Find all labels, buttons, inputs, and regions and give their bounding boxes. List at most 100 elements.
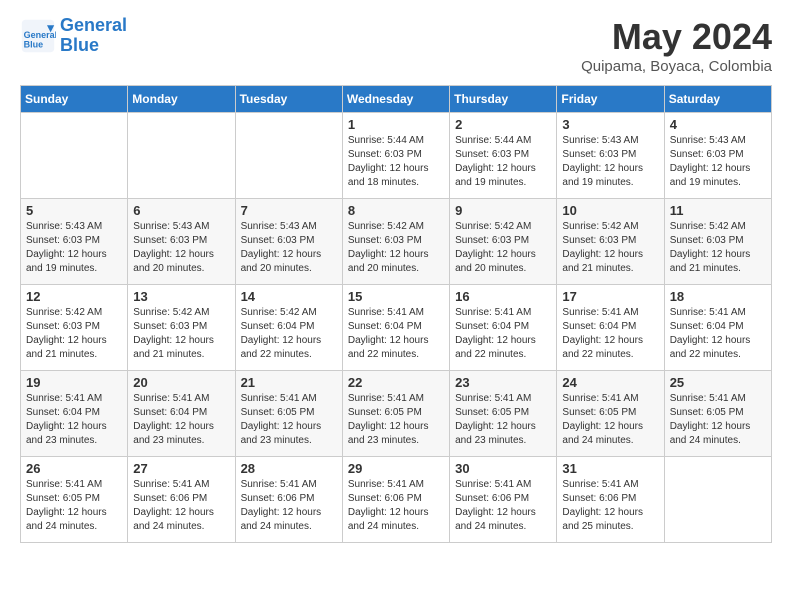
- header-day: Wednesday: [342, 86, 449, 113]
- day-number: 4: [670, 117, 766, 132]
- header-day: Friday: [557, 86, 664, 113]
- header-day: Tuesday: [235, 86, 342, 113]
- header-day: Saturday: [664, 86, 771, 113]
- day-number: 21: [241, 375, 337, 390]
- day-number: 5: [26, 203, 122, 218]
- day-number: 1: [348, 117, 444, 132]
- header-day: Monday: [128, 86, 235, 113]
- calendar-cell: [21, 113, 128, 199]
- day-number: 22: [348, 375, 444, 390]
- day-number: 7: [241, 203, 337, 218]
- day-number: 17: [562, 289, 658, 304]
- calendar-week-row: 26 Sunrise: 5:41 AMSunset: 6:05 PMDayligh…: [21, 457, 772, 543]
- day-info: Sunrise: 5:42 AMSunset: 6:03 PMDaylight:…: [670, 220, 766, 276]
- day-info: Sunrise: 5:42 AMSunset: 6:04 PMDaylight:…: [241, 306, 337, 362]
- day-info: Sunrise: 5:41 AMSunset: 6:05 PMDaylight:…: [670, 392, 766, 448]
- logo-icon: General Blue: [20, 18, 56, 54]
- calendar-cell: 11 Sunrise: 5:42 AMSunset: 6:03 PMDayligh…: [664, 199, 771, 285]
- calendar-cell: 27 Sunrise: 5:41 AMSunset: 6:06 PMDayligh…: [128, 457, 235, 543]
- calendar-cell: 28 Sunrise: 5:41 AMSunset: 6:06 PMDayligh…: [235, 457, 342, 543]
- header-area: General Blue GeneralBlue May 2024 Quipam…: [20, 16, 772, 75]
- day-info: Sunrise: 5:42 AMSunset: 6:03 PMDaylight:…: [348, 220, 444, 276]
- day-info: Sunrise: 5:43 AMSunset: 6:03 PMDaylight:…: [670, 134, 766, 190]
- day-number: 9: [455, 203, 551, 218]
- day-number: 2: [455, 117, 551, 132]
- calendar-cell: 19 Sunrise: 5:41 AMSunset: 6:04 PMDayligh…: [21, 371, 128, 457]
- day-info: Sunrise: 5:42 AMSunset: 6:03 PMDaylight:…: [562, 220, 658, 276]
- month-title: May 2024: [581, 16, 772, 58]
- day-info: Sunrise: 5:41 AMSunset: 6:06 PMDaylight:…: [455, 478, 551, 534]
- day-number: 12: [26, 289, 122, 304]
- day-info: Sunrise: 5:41 AMSunset: 6:06 PMDaylight:…: [133, 478, 229, 534]
- day-number: 10: [562, 203, 658, 218]
- day-number: 14: [241, 289, 337, 304]
- day-number: 27: [133, 461, 229, 476]
- calendar-cell: 24Sunrise: 5:41 AMSunset: 6:05 PMDayligh…: [557, 371, 664, 457]
- calendar-cell: 20Sunrise: 5:41 AMSunset: 6:04 PMDayligh…: [128, 371, 235, 457]
- day-info: Sunrise: 5:43 AMSunset: 6:03 PMDaylight:…: [133, 220, 229, 276]
- calendar-cell: 30 Sunrise: 5:41 AMSunset: 6:06 PMDayligh…: [450, 457, 557, 543]
- logo: General Blue GeneralBlue: [20, 16, 127, 56]
- day-number: 28: [241, 461, 337, 476]
- day-info: Sunrise: 5:42 AMSunset: 6:03 PMDaylight:…: [455, 220, 551, 276]
- day-info: Sunrise: 5:44 AMSunset: 6:03 PMDaylight:…: [455, 134, 551, 190]
- location-title: Quipama, Boyaca, Colombia: [581, 58, 772, 75]
- day-number: 11: [670, 203, 766, 218]
- calendar-cell: [664, 457, 771, 543]
- day-number: 15: [348, 289, 444, 304]
- calendar-cell: 18Sunrise: 5:41 AMSunset: 6:04 PMDayligh…: [664, 285, 771, 371]
- day-number: 13: [133, 289, 229, 304]
- day-info: Sunrise: 5:41 AMSunset: 6:05 PMDaylight:…: [26, 478, 122, 534]
- calendar-cell: 26 Sunrise: 5:41 AMSunset: 6:05 PMDayligh…: [21, 457, 128, 543]
- day-info: Sunrise: 5:41 AMSunset: 6:05 PMDaylight:…: [241, 392, 337, 448]
- day-number: 6: [133, 203, 229, 218]
- calendar-cell: 2 Sunrise: 5:44 AMSunset: 6:03 PMDaylight…: [450, 113, 557, 199]
- calendar-cell: 22 Sunrise: 5:41 AMSunset: 6:05 PMDayligh…: [342, 371, 449, 457]
- calendar-cell: 12Sunrise: 5:42 AMSunset: 6:03 PMDayligh…: [21, 285, 128, 371]
- calendar-cell: 31 Sunrise: 5:41 AMSunset: 6:06 PMDayligh…: [557, 457, 664, 543]
- header-day: Sunday: [21, 86, 128, 113]
- calendar-week-row: 12Sunrise: 5:42 AMSunset: 6:03 PMDayligh…: [21, 285, 772, 371]
- calendar-cell: [128, 113, 235, 199]
- day-number: 29: [348, 461, 444, 476]
- calendar-cell: 6 Sunrise: 5:43 AMSunset: 6:03 PMDaylight…: [128, 199, 235, 285]
- calendar-week-row: 1 Sunrise: 5:44 AMSunset: 6:03 PMDaylight…: [21, 113, 772, 199]
- day-info: Sunrise: 5:41 AMSunset: 6:04 PMDaylight:…: [455, 306, 551, 362]
- calendar-cell: 9 Sunrise: 5:42 AMSunset: 6:03 PMDaylight…: [450, 199, 557, 285]
- day-number: 16: [455, 289, 551, 304]
- day-number: 30: [455, 461, 551, 476]
- day-number: 25: [670, 375, 766, 390]
- day-info: Sunrise: 5:41 AMSunset: 6:05 PMDaylight:…: [455, 392, 551, 448]
- day-info: Sunrise: 5:43 AMSunset: 6:03 PMDaylight:…: [26, 220, 122, 276]
- calendar-cell: 4 Sunrise: 5:43 AMSunset: 6:03 PMDaylight…: [664, 113, 771, 199]
- day-info: Sunrise: 5:41 AMSunset: 6:05 PMDaylight:…: [348, 392, 444, 448]
- title-block: May 2024 Quipama, Boyaca, Colombia: [581, 16, 772, 75]
- day-number: 24: [562, 375, 658, 390]
- day-number: 26: [26, 461, 122, 476]
- header-day: Thursday: [450, 86, 557, 113]
- calendar-cell: 29Sunrise: 5:41 AMSunset: 6:06 PMDayligh…: [342, 457, 449, 543]
- calendar-cell: 13Sunrise: 5:42 AMSunset: 6:03 PMDayligh…: [128, 285, 235, 371]
- day-number: 8: [348, 203, 444, 218]
- calendar-cell: 3 Sunrise: 5:43 AMSunset: 6:03 PMDaylight…: [557, 113, 664, 199]
- calendar-cell: 8 Sunrise: 5:42 AMSunset: 6:03 PMDaylight…: [342, 199, 449, 285]
- day-number: 3: [562, 117, 658, 132]
- calendar-cell: 16 Sunrise: 5:41 AMSunset: 6:04 PMDayligh…: [450, 285, 557, 371]
- day-info: Sunrise: 5:41 AMSunset: 6:04 PMDaylight:…: [562, 306, 658, 362]
- day-info: Sunrise: 5:41 AMSunset: 6:06 PMDaylight:…: [562, 478, 658, 534]
- day-info: Sunrise: 5:41 AMSunset: 6:06 PMDaylight:…: [241, 478, 337, 534]
- day-number: 19: [26, 375, 122, 390]
- header-row: SundayMondayTuesdayWednesdayThursdayFrid…: [21, 86, 772, 113]
- day-info: Sunrise: 5:41 AMSunset: 6:04 PMDaylight:…: [133, 392, 229, 448]
- calendar-cell: 15 Sunrise: 5:41 AMSunset: 6:04 PMDayligh…: [342, 285, 449, 371]
- day-number: 31: [562, 461, 658, 476]
- day-info: Sunrise: 5:41 AMSunset: 6:04 PMDaylight:…: [26, 392, 122, 448]
- day-info: Sunrise: 5:43 AMSunset: 6:03 PMDaylight:…: [562, 134, 658, 190]
- day-number: 23: [455, 375, 551, 390]
- calendar-week-row: 19 Sunrise: 5:41 AMSunset: 6:04 PMDayligh…: [21, 371, 772, 457]
- day-info: Sunrise: 5:41 AMSunset: 6:04 PMDaylight:…: [348, 306, 444, 362]
- calendar-cell: [235, 113, 342, 199]
- calendar-week-row: 5 Sunrise: 5:43 AMSunset: 6:03 PMDaylight…: [21, 199, 772, 285]
- calendar-cell: 7Sunrise: 5:43 AMSunset: 6:03 PMDaylight…: [235, 199, 342, 285]
- logo-text: GeneralBlue: [60, 16, 127, 56]
